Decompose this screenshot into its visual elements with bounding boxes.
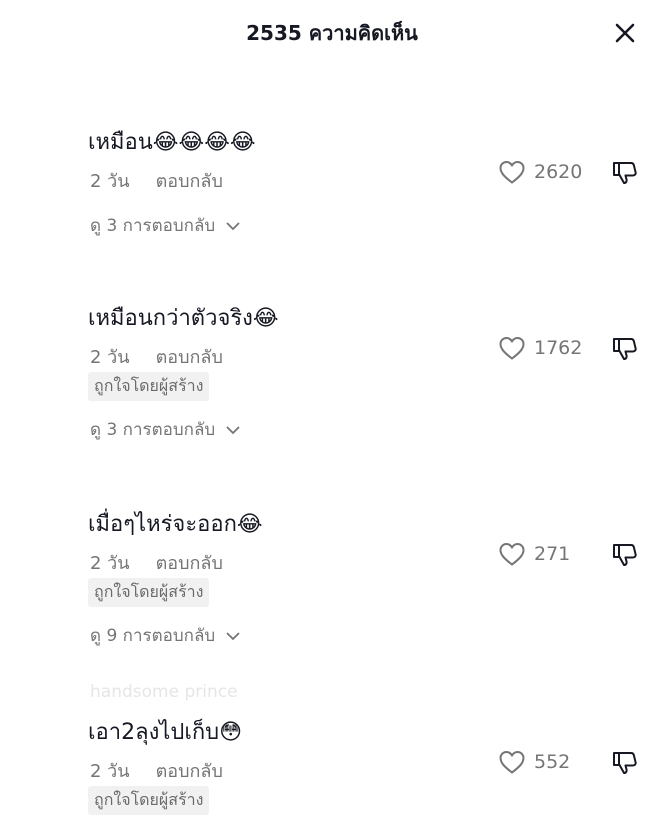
view-replies-button[interactable]: ดู 9 การตอบกลับ [90,622,241,649]
chevron-down-icon [225,426,240,435]
like-button[interactable]: 2620 [498,157,582,187]
like-button[interactable]: 552 [498,747,570,777]
reply-button[interactable]: ตอบกลับ [156,347,223,368]
thumbs-down-icon [613,338,637,360]
comment-text: เหมือน😂😂😂😂 [88,130,256,155]
close-button[interactable] [610,18,640,48]
comment-time: 2 วัน [90,347,130,368]
heart-icon [499,160,525,184]
view-replies-label: ดู 3 การตอบกลับ [90,420,216,440]
view-replies-button[interactable]: ดู 3 การตอบกลับ [90,416,241,443]
creator-liked-badge: ถูกใจโดยผู้สร้าง [88,578,210,607]
comment-time: 2 วัน [90,761,130,782]
creator-liked-badge: ถูกใจโดยผู้สร้าง [88,786,210,815]
comment-meta: 2 วัน ตอบกลับ [90,166,223,195]
dislike-button[interactable] [610,334,640,364]
reply-button[interactable]: ตอบกลับ [156,761,223,782]
creator-liked-badge: ถูกใจโดยผู้สร้าง [88,372,210,401]
comment-text: เอา2ลุงไปเก็บ😳 [88,720,243,745]
comment-meta: 2 วัน ตอบกลับ [90,342,223,371]
chevron-down-icon [225,632,240,641]
heart-icon [499,542,525,566]
view-replies-label: ดู 9 การตอบกลับ [90,626,216,646]
like-count: 271 [534,543,571,565]
dislike-button[interactable] [610,748,640,778]
like-count: 552 [534,751,571,773]
dislike-button[interactable] [610,158,640,188]
comment-count-title: 2535 ความคิดเห็น [246,21,418,45]
like-button[interactable]: 271 [498,539,570,569]
dislike-button[interactable] [610,540,640,570]
view-replies-label: ดู 3 การตอบกลับ [90,216,216,236]
comment-meta: 2 วัน ตอบกลับ [90,548,223,577]
reply-button[interactable]: ตอบกลับ [156,553,223,574]
chevron-down-icon [225,222,240,231]
view-replies-button[interactable]: ดู 3 การตอบกลับ [90,212,241,239]
comment-text: เมื่อๆไหร่จะออก😂 [88,512,263,537]
thumbs-down-icon [613,162,637,184]
heart-icon [499,750,525,774]
comments-header: 2535 ความคิดเห็น [0,0,664,64]
like-button[interactable]: 1762 [498,333,582,363]
comment-time: 2 วัน [90,553,130,574]
comment-text: เหมือนกว่าตัวจริง😂 [88,306,279,331]
comment-meta: 2 วัน ตอบกลับ [90,756,223,785]
thumbs-down-icon [613,544,637,566]
close-icon [615,23,635,43]
thumbs-down-icon [613,752,637,774]
reply-button[interactable]: ตอบกลับ [156,171,223,192]
heart-icon [499,336,525,360]
like-count: 2620 [534,161,583,183]
comment-time: 2 วัน [90,171,130,192]
comment-username: handsome prince [90,682,238,702]
like-count: 1762 [534,337,583,359]
